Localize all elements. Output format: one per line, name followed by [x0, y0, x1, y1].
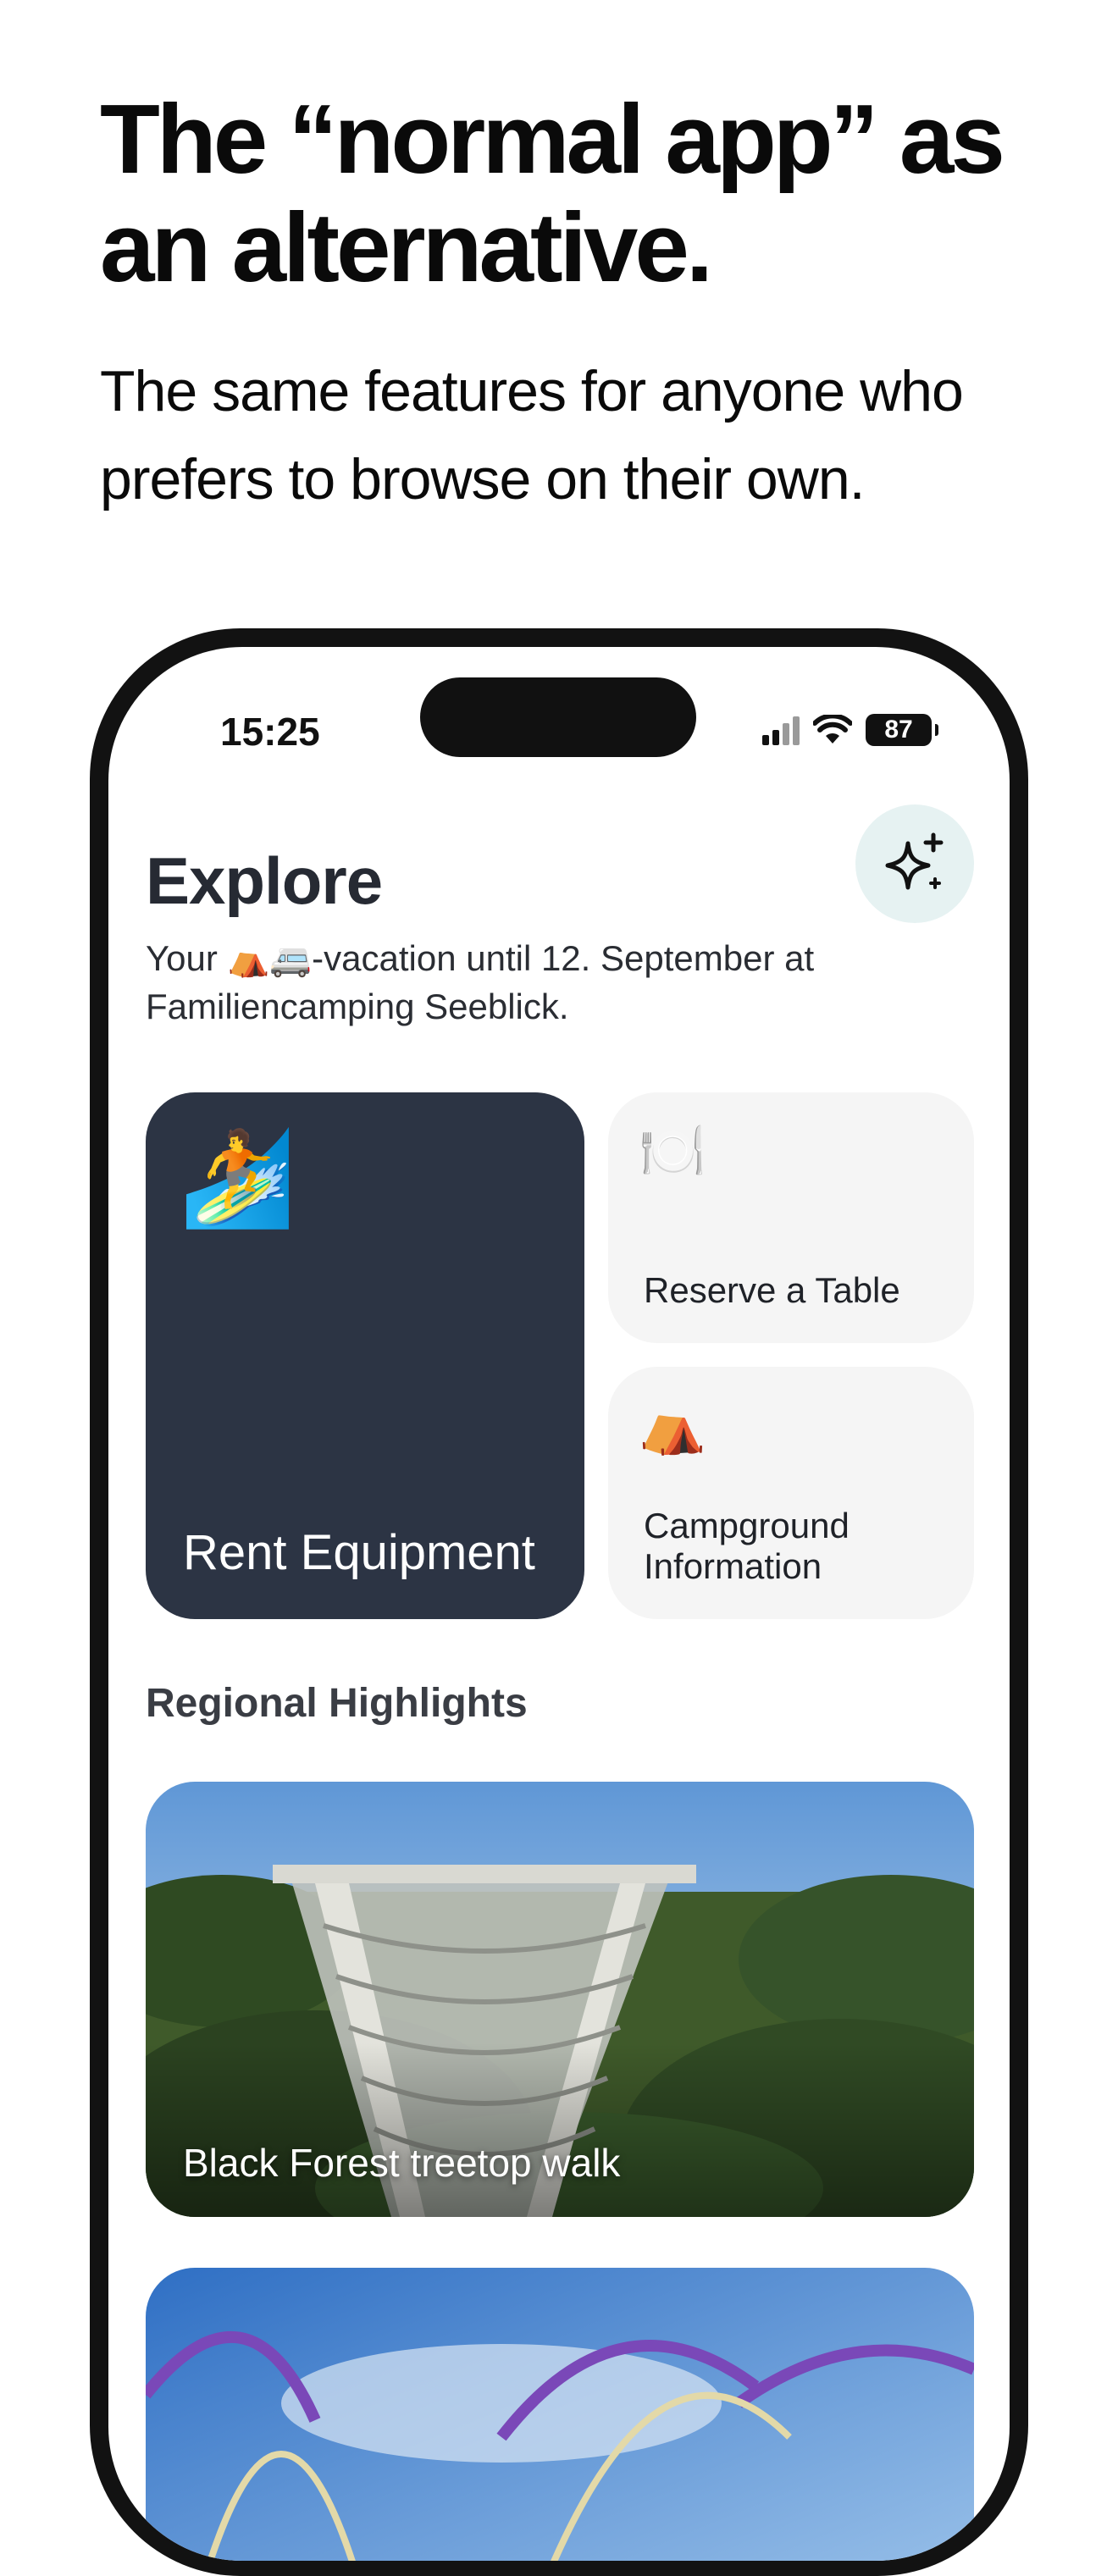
signal-icon [762, 715, 800, 745]
stay-summary: Your ⛺🚐-vacation until 12. September at … [146, 935, 908, 1031]
roller-coaster-image [146, 2268, 974, 2561]
wifi-icon [813, 715, 852, 744]
marketing-headline: The “normal app” as an alternative. [100, 84, 1005, 302]
tile-label: Campground Information [644, 1506, 850, 1586]
tile-reserve-table[interactable]: 🍽️ Reserve a Table [608, 1092, 974, 1343]
tent-camper-icon: ⛺🚐 [227, 940, 313, 979]
card-caption: Black Forest treetop walk [183, 2141, 621, 2185]
highlight-card-roller-coaster[interactable] [146, 2268, 974, 2561]
page-title: Explore [146, 843, 383, 918]
sparkles-icon [885, 832, 944, 890]
section-title: Regional Highlights [146, 1681, 528, 1726]
plate-cutlery-icon: 🍽️ [639, 1120, 706, 1183]
ai-assistant-button[interactable] [855, 804, 974, 923]
status-icons: 87 [762, 711, 938, 749]
tent-icon: ⛺ [639, 1395, 706, 1457]
tile-label: Reserve a Table [644, 1270, 900, 1310]
tile-label: Rent Equipment [183, 1525, 535, 1580]
battery-icon: 87 [866, 714, 938, 746]
phone-frame: 15:25 87 Explore Your ⛺🚐-vacation until … [90, 628, 1028, 2576]
tile-rent-equipment[interactable]: 🏄 Rent Equipment [146, 1092, 584, 1619]
status-time: 15:25 [220, 710, 320, 754]
tile-campground-information[interactable]: ⛺ Campground Information [608, 1367, 974, 1619]
surfer-icon: 🏄 [180, 1124, 296, 1232]
dynamic-island [420, 677, 696, 757]
stay-summary-prefix: Your [146, 938, 228, 978]
highlight-card-treetop-walk[interactable]: Black Forest treetop walk [146, 1782, 974, 2217]
phone-screen: 15:25 87 Explore Your ⛺🚐-vacation until … [108, 647, 1010, 2561]
marketing-subline: The same features for anyone who prefers… [100, 359, 964, 511]
